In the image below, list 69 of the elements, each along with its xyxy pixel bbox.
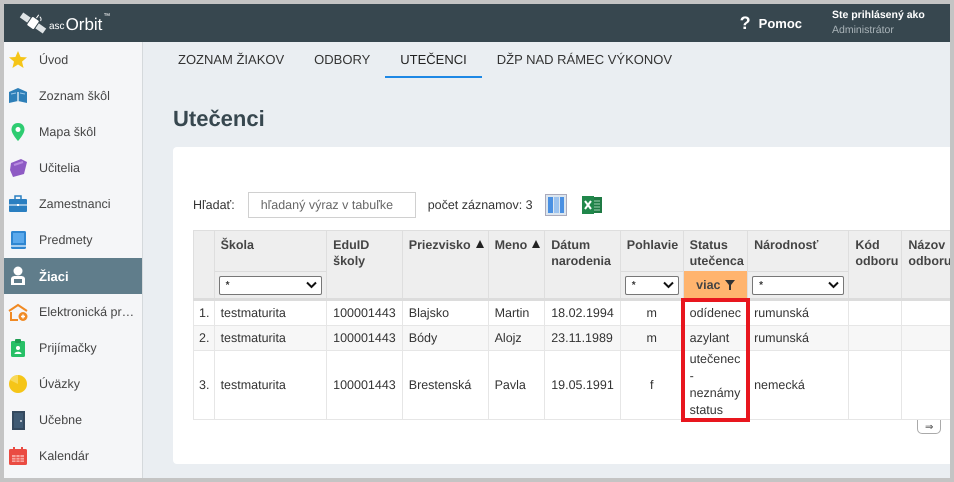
filter-dropdown[interactable]: * <box>752 276 844 294</box>
table-cell: m <box>620 326 684 350</box>
record-count: počet záznamov: 3 <box>428 198 533 212</box>
filter-dropdown[interactable]: * <box>624 276 679 294</box>
column-header[interactable]: Národnosť <box>754 237 818 253</box>
table-cell: Brestenská <box>402 350 488 420</box>
sidebar-item[interactable]: Úvod <box>4 42 142 78</box>
filter-dropdown[interactable]: * <box>218 276 322 294</box>
tab[interactable]: ZOZNAM ŽIAKOV <box>163 42 300 78</box>
sidebar-item[interactable]: Elektronická pr… <box>4 294 142 330</box>
user-name[interactable]: Administrátor <box>832 24 950 36</box>
table-cell: Bódy <box>402 326 488 350</box>
sidebar-item[interactable]: Mapa škôl <box>4 114 142 150</box>
table-cell: 23.11.1989 <box>544 326 620 350</box>
satellite-icon <box>18 11 48 35</box>
tab[interactable]: DŽP NAD RÁMEC VÝKONOV <box>482 42 688 78</box>
table-cell: 19.05.1991 <box>544 350 620 420</box>
table-cell: 100001443 <box>326 350 402 420</box>
row-number: 2. <box>194 326 214 350</box>
column-header[interactable]: Priezvisko <box>408 237 471 253</box>
row-number: 3. <box>194 350 214 420</box>
table-cell: testmaturita <box>214 326 327 350</box>
login-label: Ste prihlásený ako <box>832 8 926 20</box>
search-field[interactable]: hľadaný výraz v tabuľke <box>248 192 416 218</box>
column-header[interactable]: Pohlavie <box>626 237 678 253</box>
online-course-icon <box>8 302 28 322</box>
table-cell: Alojz <box>488 326 545 350</box>
chevron-icon <box>662 281 674 289</box>
help-link[interactable]: Pomoc <box>758 16 802 30</box>
sidebar-item[interactable]: Predmety <box>4 222 142 258</box>
table-cell: Pavla <box>488 350 545 420</box>
funnel-icon <box>724 280 735 290</box>
logo-text: Orbit <box>66 15 102 35</box>
sidebar-item[interactable]: Kalendár <box>4 438 142 474</box>
pie-chart-icon <box>8 374 28 394</box>
sidebar-item[interactable]: Zoznam škôl <box>4 78 142 114</box>
table-cell: 100001443 <box>326 326 402 350</box>
table-cell: azylant <box>683 326 748 350</box>
tab[interactable]: UTEČENCI <box>385 42 482 78</box>
tab[interactable]: ODBORY <box>299 42 386 78</box>
briefcase-icon <box>8 194 28 214</box>
chevron-icon <box>828 281 840 289</box>
sidebar-item[interactable]: Žiaci <box>4 258 142 294</box>
calendar-icon <box>8 446 28 466</box>
table-cell: rumunská <box>748 326 849 350</box>
clipboard-icon <box>8 338 28 358</box>
sidebar-item[interactable]: Prijímačky <box>4 330 142 366</box>
column-header[interactable]: Meno <box>494 237 528 253</box>
help-icon[interactable]: ? <box>740 12 751 34</box>
table-cell: nemecká <box>748 350 849 420</box>
sidebar-item[interactable]: Učitelia <box>4 150 142 186</box>
spreadsheet-icon[interactable] <box>580 194 603 216</box>
columns-icon[interactable] <box>544 194 567 216</box>
star-icon <box>8 50 28 70</box>
chevron-icon <box>306 281 318 289</box>
sidebar-item[interactable]: Zamestnanci <box>4 186 142 222</box>
page-title: Utečenci <box>173 105 266 133</box>
logo-text: asc <box>49 21 65 32</box>
notebook-icon <box>8 230 28 250</box>
column-header[interactable]: Škola <box>220 237 254 253</box>
sidebar-item[interactable]: Úväzky <box>4 366 142 402</box>
scroll-button[interactable]: ⇒ <box>917 420 941 434</box>
student-icon <box>8 266 28 286</box>
filter-button[interactable]: viac <box>692 277 739 293</box>
search-label: Hľadať: <box>193 198 235 212</box>
column-header[interactable]: Status utečenca <box>690 237 744 269</box>
table-cell: testmaturita <box>214 350 327 420</box>
sidebar-item[interactable]: Učebne <box>4 402 142 438</box>
book-icon <box>8 86 28 106</box>
